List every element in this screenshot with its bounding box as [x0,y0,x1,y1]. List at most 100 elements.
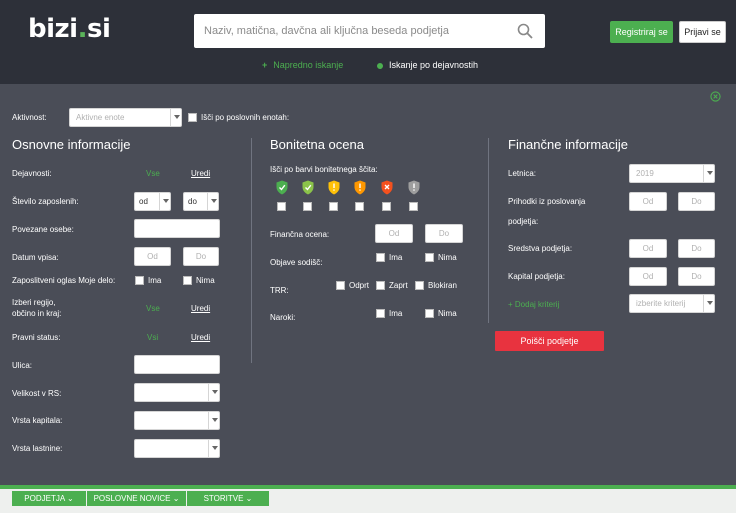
employees-to-select[interactable]: do [183,192,219,211]
region-all[interactable]: Vse [146,304,160,313]
criterion-select[interactable]: izberite kriterij [629,294,715,313]
size-label: Velikost v RS: [12,389,62,398]
job-ad-has-label: Ima [148,276,162,285]
bottom-nav-bar: PODJETJA ⌄ POSLOVNE NOVICE ⌄ STORITVE ⌄ [0,485,736,513]
legal-status-label: Pravni status: [12,333,61,342]
logo[interactable]: bizi.si [28,14,111,44]
activities-edit-link[interactable]: Uredi [191,169,210,178]
activity-select[interactable]: Aktivne enote [69,108,182,127]
financial-rating-label: Finančna ocena: [270,230,330,239]
financial-rating-from[interactable]: Od [375,224,413,243]
business-units-checkbox[interactable] [188,113,197,122]
shield-check-icon [276,180,288,195]
financial-rating-to[interactable]: Do [425,224,463,243]
capital-from[interactable]: Od [629,267,667,286]
trr-closed-checkbox[interactable] [376,281,385,290]
related-persons-input[interactable] [134,219,220,238]
shield-search-label: Išči po barvi bonitetnega ščita: [270,165,378,174]
entry-date-to[interactable]: Do [183,247,219,266]
capital-type-select[interactable] [134,411,220,430]
court-notices-label: Objave sodišč: [270,258,323,267]
ownership-type-label: Vrsta lastnine: [12,444,63,453]
employees-from-select[interactable]: od [134,192,171,211]
register-button[interactable]: Registriraj se [610,21,673,43]
chevron-down-icon [703,295,714,312]
year-label: Letnica: [508,169,537,178]
login-button[interactable]: Prijavi se [679,21,726,43]
job-ad-has-not-checkbox[interactable] [183,276,192,285]
chevron-down-icon [207,193,218,210]
activities-all[interactable]: Vse [146,169,160,178]
claims-has-checkbox[interactable] [376,309,385,318]
chevron-down-icon [170,109,181,126]
trr-blocked-label: Blokiran [428,281,457,290]
trr-open-checkbox[interactable] [336,281,345,290]
shield-exclamation-icon [328,180,340,195]
search-input[interactable] [204,14,514,48]
shield-exclamation-icon [408,180,420,195]
basic-info-title: Osnovne informacije [12,137,131,152]
close-icon[interactable] [710,91,721,102]
dot-icon [377,62,383,69]
claims-has-not-checkbox[interactable] [425,309,434,318]
revenue-from[interactable]: Od [629,192,667,211]
court-notices-has-label: Ima [389,253,403,262]
job-ad-has-not-label: Nima [196,276,215,285]
add-criterion-link[interactable]: + Dodaj kriterij [508,300,559,309]
job-ad-has-checkbox[interactable] [135,276,144,285]
search-company-button[interactable]: Poišči podjetje [495,331,604,351]
assets-to[interactable]: Do [678,239,715,258]
rating-title: Bonitetna ocena [270,137,364,152]
capital-label: Kapital podjetja: [508,272,565,281]
shield-checkbox[interactable] [382,202,391,211]
top-bar: bizi.si Registriraj se Prijavi se +Napre… [0,0,736,84]
legal-status-edit-link[interactable]: Uredi [191,333,210,342]
search-bar[interactable] [194,14,545,48]
region-edit-link[interactable]: Uredi [191,304,210,313]
claims-has-label: Ima [389,309,403,318]
revenue-label: Prihodki iz poslovanja [508,197,586,206]
chevron-down-icon [159,193,170,210]
activity-search-link[interactable]: Iskanje po dejavnostih [377,60,478,70]
job-ad-label: Zaposlitveni oglas Moje delo: [12,276,116,285]
finance-title: Finančne informacije [508,137,628,152]
shield-x-icon [381,180,393,195]
related-persons-label: Povezane osebe: [12,225,74,234]
nav-services[interactable]: STORITVE ⌄ [187,491,269,506]
court-notices-has-checkbox[interactable] [376,253,385,262]
claims-label: Naroki: [270,313,296,322]
nav-business-news[interactable]: POSLOVNE NOVICE ⌄ [87,491,186,506]
entry-date-from[interactable]: Od [134,247,171,266]
assets-label: Sredstva podjetja: [508,244,573,253]
nav-companies[interactable]: PODJETJA ⌄ [12,491,86,506]
shield-checkbox[interactable] [329,202,338,211]
divider [488,138,489,323]
region-label: Izberi regijo, [12,298,56,307]
capital-type-label: Vrsta kapitala: [12,416,63,425]
region-label-2: občino in kraj: [12,309,62,318]
trr-blocked-checkbox[interactable] [415,281,424,290]
assets-from[interactable]: Od [629,239,667,258]
legal-status-all[interactable]: Vsi [147,333,158,342]
street-input[interactable] [134,355,220,374]
shield-checkbox[interactable] [303,202,312,211]
revenue-label-2: podjetja: [508,217,539,226]
court-notices-has-not-label: Nima [438,253,457,262]
ownership-type-select[interactable] [134,439,220,458]
size-select[interactable] [134,383,220,402]
chevron-down-icon [208,384,219,401]
revenue-to[interactable]: Do [678,192,715,211]
court-notices-has-not-checkbox[interactable] [425,253,434,262]
trr-open-label: Odprt [349,281,370,290]
shield-checkbox[interactable] [277,202,286,211]
capital-to[interactable]: Do [678,267,715,286]
divider [251,138,252,363]
shield-checkbox[interactable] [409,202,418,211]
search-icon[interactable] [517,23,533,39]
shield-checkbox[interactable] [355,202,364,211]
street-label: Ulica: [12,361,33,370]
chevron-down-icon [208,412,219,429]
entry-date-label: Datum vpisa: [12,253,59,262]
advanced-search-link[interactable]: + Napredno iskanje [262,60,343,70]
year-select[interactable]: 2019 [629,164,715,183]
